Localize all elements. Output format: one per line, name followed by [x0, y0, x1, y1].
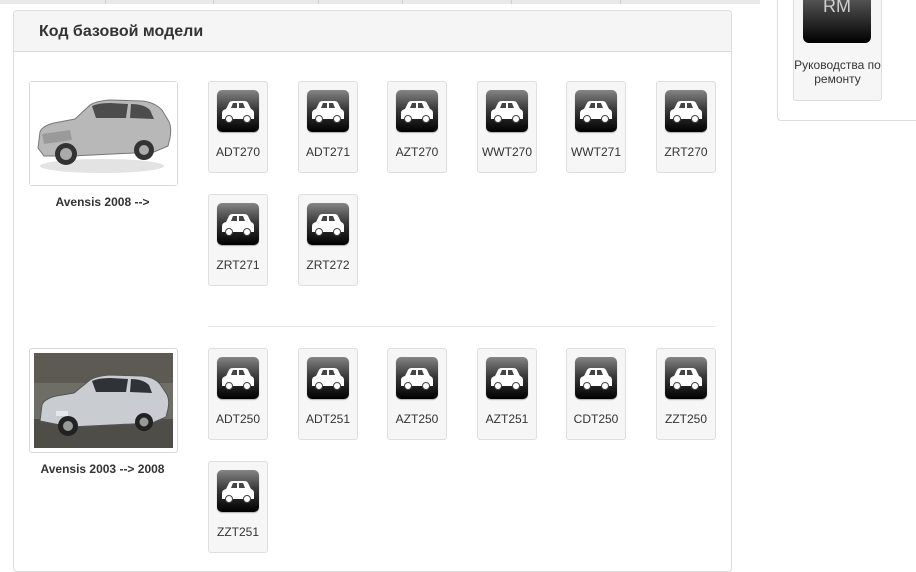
car-icon — [575, 90, 617, 132]
car-icon — [217, 90, 259, 132]
model-code-tile[interactable]: CDT250 — [566, 348, 626, 440]
model-code-tile[interactable]: ZZT250 — [656, 348, 716, 440]
top-tab-strip — [0, 0, 760, 4]
model-code-tile[interactable]: ADT251 — [298, 348, 358, 440]
car-icon — [396, 357, 438, 399]
model-code-label: ADT251 — [305, 412, 351, 426]
car-icon — [665, 357, 707, 399]
car-icon — [575, 357, 617, 399]
car-icon — [217, 203, 259, 245]
model-code-tile[interactable]: AZT250 — [387, 348, 447, 440]
car-icon — [665, 90, 707, 132]
page-title: Код базовой модели — [39, 23, 204, 40]
model-code-label: ADT271 — [305, 145, 351, 159]
model-code-label: WWT270 — [481, 145, 532, 159]
section-divider — [208, 326, 715, 327]
model-code-label: CDT250 — [573, 412, 619, 426]
rm-icon: RM — [803, 0, 871, 43]
model-name[interactable]: Avensis 2008 --> — [29, 195, 176, 209]
car-icon — [486, 357, 528, 399]
model-code-label: ADT270 — [215, 145, 261, 159]
model-code-label: ZZT251 — [216, 525, 259, 539]
model-code-label: AZT250 — [395, 412, 439, 426]
car-icon — [217, 470, 259, 512]
car-photo-road — [34, 353, 173, 448]
model-code-label: ZRT271 — [216, 258, 260, 272]
model-code-tile[interactable]: WWT270 — [477, 81, 537, 173]
model-code-label: ZZT250 — [664, 412, 707, 426]
car-photo-silver — [30, 82, 177, 185]
model-code-label: ZRT270 — [664, 145, 708, 159]
model-code-tile[interactable]: ZZT251 — [208, 461, 268, 553]
car-icon — [307, 357, 349, 399]
car-icon — [396, 90, 438, 132]
model-code-label: ZRT272 — [306, 258, 350, 272]
model-code-tile[interactable]: WWT271 — [566, 81, 626, 173]
model-name[interactable]: Avensis 2003 --> 2008 — [29, 462, 176, 476]
model-code-tile[interactable]: ADT250 — [208, 348, 268, 440]
car-icon — [307, 90, 349, 132]
model-code-label: ADT250 — [215, 412, 261, 426]
model-code-tile[interactable]: ZRT271 — [208, 194, 268, 286]
model-code-tile[interactable]: ZRT272 — [298, 194, 358, 286]
repair-manual-label: Руководства по ремонту — [794, 58, 881, 86]
model-code-tile[interactable]: ADT271 — [298, 81, 358, 173]
car-icon — [307, 203, 349, 245]
model-code-tile[interactable]: ADT270 — [208, 81, 268, 173]
model-thumbnail-avensis-2008[interactable] — [29, 81, 178, 186]
side-panel: RM Руководства по ремонту — [777, 0, 916, 121]
panel-header: Код базовой модели — [14, 11, 731, 52]
car-icon — [486, 90, 528, 132]
model-code-tile[interactable]: AZT270 — [387, 81, 447, 173]
model-code-tile[interactable]: AZT251 — [477, 348, 537, 440]
model-code-tile[interactable]: ZRT270 — [656, 81, 716, 173]
model-thumbnail-avensis-2003[interactable] — [29, 348, 178, 453]
model-code-label: AZT270 — [395, 145, 439, 159]
model-code-label: WWT271 — [570, 145, 621, 159]
repair-manual-button[interactable]: RM Руководства по ремонту — [793, 0, 882, 101]
model-code-label: AZT251 — [485, 412, 529, 426]
car-icon — [217, 357, 259, 399]
